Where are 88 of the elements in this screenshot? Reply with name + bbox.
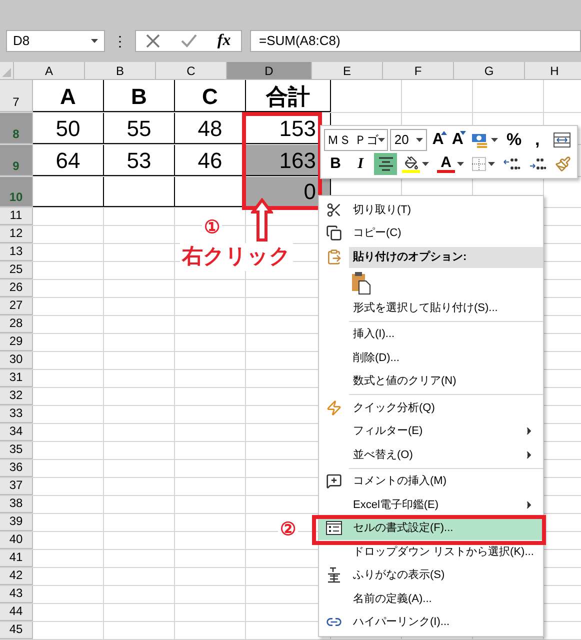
- row-header[interactable]: 27: [0, 298, 33, 315]
- table-cell: 合計: [246, 80, 331, 112]
- row-header[interactable]: 45: [0, 622, 33, 639]
- row-header[interactable]: 44: [0, 604, 33, 621]
- menu-item[interactable]: フィルター(E): [319, 420, 543, 443]
- menu-item[interactable]: コピー(C): [319, 222, 543, 245]
- row-header[interactable]: 31: [0, 370, 33, 387]
- menu-item-label: 並べ替え(O): [352, 448, 414, 462]
- menu-item-label: クイック分析(Q): [352, 400, 436, 416]
- menu-item-label: コメントの挿入(M): [352, 474, 448, 489]
- menu-item[interactable]: 並べ替え(O): [319, 443, 543, 466]
- menu-item[interactable]: 形式を選択して貼り付け(S)...: [319, 296, 543, 320]
- row-header[interactable]: 35: [0, 442, 33, 459]
- row-header[interactable]: 32: [0, 388, 33, 405]
- column-header[interactable]: A: [14, 62, 85, 80]
- menu-item[interactable]: クイック分析(Q): [319, 396, 543, 420]
- row-header[interactable]: 13: [0, 244, 33, 261]
- row-header[interactable]: 33: [0, 406, 33, 423]
- column-header[interactable]: D: [227, 62, 312, 80]
- row-header[interactable]: 37: [0, 478, 33, 495]
- menu-item-label: 名前の定義(A)...: [352, 592, 433, 606]
- table-cell: C: [175, 80, 246, 112]
- column-header[interactable]: C: [156, 62, 227, 80]
- menu-item[interactable]: 数式と値のクリア(N): [319, 370, 543, 393]
- menu-item[interactable]: 挿入(I)...: [319, 322, 543, 346]
- menu-item-label: ふりがなの表示(S): [352, 568, 446, 583]
- font-color-button[interactable]: A: [434, 153, 467, 175]
- menu-item[interactable]: ハイパーリンク(I)...: [319, 610, 543, 634]
- column-header[interactable]: F: [383, 62, 454, 80]
- row-header[interactable]: 40: [0, 532, 33, 549]
- font-color-letter: A: [440, 155, 452, 170]
- row-header[interactable]: 29: [0, 334, 33, 351]
- row-header[interactable]: 11: [0, 208, 33, 225]
- formula-text: =SUM(A8:C8): [259, 32, 340, 50]
- name-box[interactable]: D8: [6, 30, 105, 52]
- column-header[interactable]: B: [85, 62, 156, 80]
- table-cell: B: [104, 80, 175, 112]
- menu-item-label: コピー(C): [352, 226, 402, 241]
- name-box-value: D8: [13, 32, 30, 50]
- table-cell: A: [33, 80, 104, 112]
- menu-item-label: 削除(D)...: [352, 350, 400, 366]
- menu-item[interactable]: 削除(D)...: [319, 346, 543, 370]
- menu-item-label: 挿入(I)...: [352, 327, 396, 342]
- menu-section-header: 貼り付けのオプション:: [349, 246, 543, 268]
- column-header[interactable]: G: [454, 62, 525, 80]
- row-header[interactable]: 43: [0, 586, 33, 603]
- table-cell: 64: [33, 145, 104, 176]
- row-header[interactable]: 12: [0, 226, 33, 243]
- menu-item[interactable]: Excel電子印鑑(E): [319, 493, 543, 516]
- row-header[interactable]: 7: [0, 80, 33, 112]
- column-header[interactable]: E: [312, 62, 383, 80]
- grow-font-button[interactable]: A: [429, 129, 447, 151]
- row-header[interactable]: 25: [0, 262, 33, 279]
- row-header[interactable]: 38: [0, 496, 33, 513]
- insert-function-button[interactable]: fx: [217, 29, 231, 53]
- row-header[interactable]: 42: [0, 568, 33, 585]
- row-header[interactable]: 28: [0, 316, 33, 333]
- row-header[interactable]: 41: [0, 550, 33, 567]
- menu-item-label: フィルター(E): [352, 424, 424, 439]
- row-header[interactable]: 39: [0, 514, 33, 531]
- menu-item-label: ハイパーリンク(I)...: [352, 615, 451, 630]
- format-button[interactable]: %: [503, 129, 525, 151]
- table-cell: 50: [33, 113, 104, 144]
- font-name-field[interactable]: ＭＳ Ｐゴ: [324, 129, 388, 151]
- menu-item[interactable]: 名前の定義(A)...: [319, 587, 543, 610]
- font-size-value: 20: [394, 131, 409, 150]
- menu-item-label: セルの書式設定(F)...: [352, 520, 454, 536]
- callout-label: 右クリック: [180, 243, 293, 271]
- format-button[interactable]: ,: [526, 129, 548, 151]
- table-cell: 53: [104, 145, 175, 176]
- menu-item[interactable]: ふりがなの表示(S): [319, 564, 543, 587]
- menu-item-label: Excel電子印鑑(E): [352, 498, 440, 512]
- menu-item-label: ドロップダウン リストから選択(K)...: [352, 544, 535, 560]
- font-size-field[interactable]: 20: [390, 129, 428, 151]
- shrink-font-button[interactable]: A: [448, 129, 466, 151]
- formula-field[interactable]: =SUM(A8:C8): [250, 30, 581, 52]
- menu-item-label: 切り取り(T): [352, 202, 412, 218]
- menu-item[interactable]: ドロップダウン リストから選択(K)...: [319, 540, 543, 564]
- more-dots[interactable]: ⋮: [113, 30, 127, 52]
- table-cell: 55: [104, 113, 175, 144]
- menu-item-label: 数式と値のクリア(N): [352, 374, 458, 389]
- row-header[interactable]: 30: [0, 352, 33, 369]
- italic-button[interactable]: I: [349, 153, 372, 175]
- menu-item-label: 形式を選択して貼り付け(S)...: [352, 300, 499, 316]
- row-header[interactable]: 26: [0, 280, 33, 297]
- row-header[interactable]: 34: [0, 424, 33, 441]
- menu-item[interactable]: コメントの挿入(M): [319, 470, 543, 493]
- row-header[interactable]: 36: [0, 460, 33, 477]
